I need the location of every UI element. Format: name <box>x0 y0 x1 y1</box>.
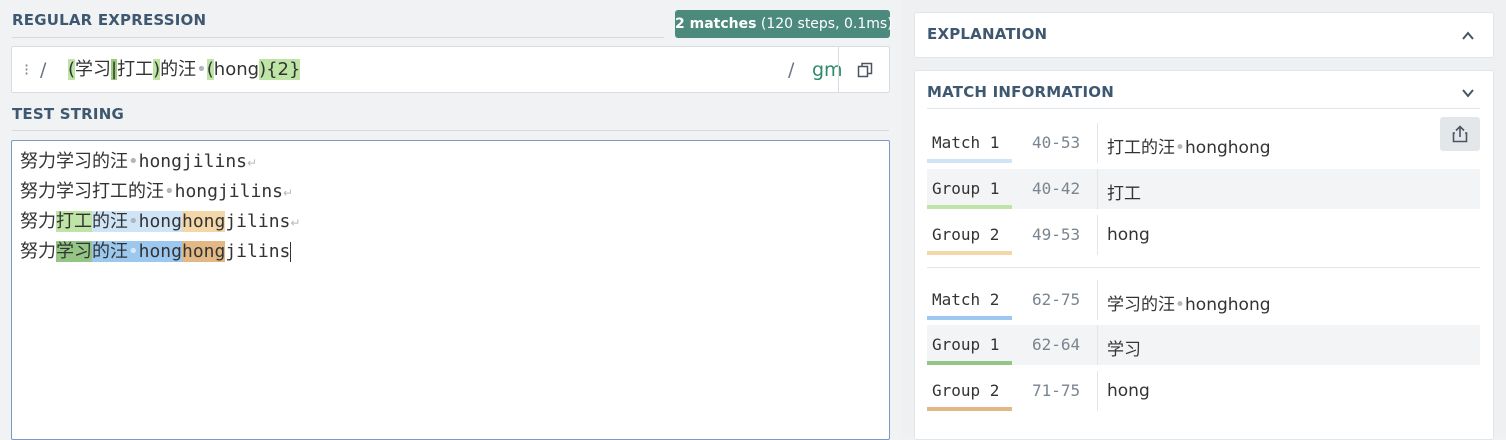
regex-close-delimiter: / <box>788 59 795 81</box>
group-color-underline <box>927 407 1012 411</box>
regex-input[interactable]: ⁝ / (学习|打工)的汪•(hong){2} / gm <box>11 46 890 93</box>
match-row[interactable]: Match 2 62-75 学习的汪•honghong <box>927 280 1480 320</box>
match-value: 学习的汪•honghong <box>1107 295 1271 315</box>
group-label: Group 1 <box>932 179 1000 198</box>
copy-icon <box>857 62 872 77</box>
test-string-input[interactable]: 努力学习的汪•hongjilins↵ 努力学习打工的汪•hongjilins↵ … <box>11 140 890 440</box>
regex-editor-pane: REGULAR EXPRESSION 2 matches (120 steps,… <box>0 0 902 440</box>
regex-token: 学习 <box>75 59 112 80</box>
match-range: 62-75 <box>1032 290 1081 309</box>
divider <box>12 37 664 38</box>
divider <box>1097 371 1098 411</box>
regex-token-group-open: ( <box>206 59 214 80</box>
group-row[interactable]: Group 2 71-75 hong <box>927 371 1480 411</box>
group-label: Group 1 <box>932 335 1000 354</box>
divider <box>1097 325 1098 365</box>
match-information-title: MATCH INFORMATION <box>927 83 1114 101</box>
explanation-title: EXPLANATION <box>927 25 1048 43</box>
group-label: Group 2 <box>932 225 1000 244</box>
divider <box>927 108 1480 109</box>
group-value: hong <box>1107 225 1150 245</box>
test-text: hongjilins <box>174 181 283 202</box>
match1-group1-highlight: 打工 <box>56 211 92 232</box>
match-information-panel: MATCH INFORMATION Match 1 40-53 打工的汪•hon… <box>914 70 1494 440</box>
match-label: Match 2 <box>932 290 1000 309</box>
test-text: jilins <box>225 241 291 262</box>
divider <box>1097 169 1098 209</box>
divider <box>12 130 889 131</box>
group-color-underline <box>927 361 1012 365</box>
sidebar: EXPLANATION MATCH INFORMATION Match 1 40… <box>902 0 1506 440</box>
group-color-underline <box>927 251 1012 255</box>
text-caret <box>290 242 292 262</box>
match2-group2-highlight: hong <box>181 241 226 262</box>
test-text: jilins <box>225 211 291 232</box>
regex-token-quantifier: {2} <box>266 59 301 80</box>
match1-highlight: 的汪 <box>92 211 128 232</box>
divider <box>1097 280 1098 320</box>
newline-marker: ↵ <box>290 216 301 230</box>
regex-token-space: • <box>196 59 207 80</box>
test-string-section-title: TEST STRING <box>12 105 124 123</box>
group-value: 学习 <box>1107 340 1141 360</box>
regex-token: hong <box>213 59 260 80</box>
test-text: 努力学习打工的汪 <box>20 181 164 202</box>
match2-highlight: hong <box>138 241 182 262</box>
group-color-underline <box>927 205 1012 209</box>
match-count: 2 matches <box>675 16 757 32</box>
drag-handle-icon[interactable]: ⁝ <box>24 60 29 79</box>
regex-token-group-open: ( <box>68 59 76 80</box>
match-color-underline <box>927 316 1012 320</box>
match-range: 40-53 <box>1032 133 1081 152</box>
chevron-up-icon[interactable] <box>1461 29 1475 43</box>
newline-marker: ↵ <box>283 186 294 200</box>
space-marker: • <box>128 151 139 172</box>
chevron-down-icon[interactable] <box>1461 86 1475 100</box>
match2-highlight: 的汪 <box>92 241 128 262</box>
space-marker: • <box>128 211 139 232</box>
regex-open-delimiter: / <box>40 59 47 81</box>
match1-group2-highlight: hong <box>181 211 226 232</box>
match-value: 打工的汪•honghong <box>1107 138 1271 158</box>
match-count-badge: 2 matches (120 steps, 0.1ms) <box>675 10 893 38</box>
space-marker: • <box>128 241 139 262</box>
group-range: 71-75 <box>1032 381 1081 400</box>
match-row[interactable]: Match 1 40-53 打工的汪•honghong <box>927 123 1480 163</box>
regex-token: 的汪 <box>160 59 197 80</box>
group-row[interactable]: Group 1 62-64 学习 <box>927 325 1480 365</box>
share-button[interactable] <box>1440 117 1480 151</box>
group-value: 打工 <box>1107 184 1141 204</box>
copy-button[interactable] <box>838 47 890 92</box>
test-line: 努力打工的汪•honghongjilins↵ <box>20 208 300 237</box>
match1-highlight: hong <box>138 211 182 232</box>
regex-token: 打工 <box>117 59 154 80</box>
divider <box>1097 215 1098 255</box>
match-label: Match 1 <box>932 133 1000 152</box>
group-value: hong <box>1107 381 1150 401</box>
group-label: Group 2 <box>932 381 1000 400</box>
space-marker: • <box>164 181 175 202</box>
test-text: 努力 <box>20 241 56 262</box>
group-range: 49-53 <box>1032 225 1081 244</box>
newline-marker: ↵ <box>247 156 258 170</box>
test-text: 努力 <box>20 211 56 232</box>
test-line: 努力学习打工的汪•hongjilins↵ <box>20 178 293 207</box>
test-text: hongjilins <box>138 151 247 172</box>
share-icon <box>1452 125 1468 143</box>
test-line: 努力学习的汪•hongjilins↵ <box>20 148 257 177</box>
group-range: 40-42 <box>1032 179 1081 198</box>
divider <box>1097 123 1098 163</box>
test-text: 努力学习的汪 <box>20 151 128 172</box>
explanation-panel[interactable]: EXPLANATION <box>914 12 1494 58</box>
divider <box>927 267 1480 268</box>
regex-section-title: REGULAR EXPRESSION <box>12 11 207 29</box>
match-stats: (120 steps, 0.1ms) <box>756 16 893 32</box>
group-row[interactable]: Group 2 49-53 hong <box>927 215 1480 255</box>
test-line: 努力学习的汪•honghongjilins <box>20 238 292 266</box>
group-row[interactable]: Group 1 40-42 打工 <box>927 169 1480 209</box>
group-range: 62-64 <box>1032 335 1081 354</box>
match-color-underline <box>927 159 1012 163</box>
match2-group1-highlight: 学习 <box>56 241 92 262</box>
regex-pattern[interactable]: (学习|打工)的汪•(hong){2} <box>68 57 301 83</box>
